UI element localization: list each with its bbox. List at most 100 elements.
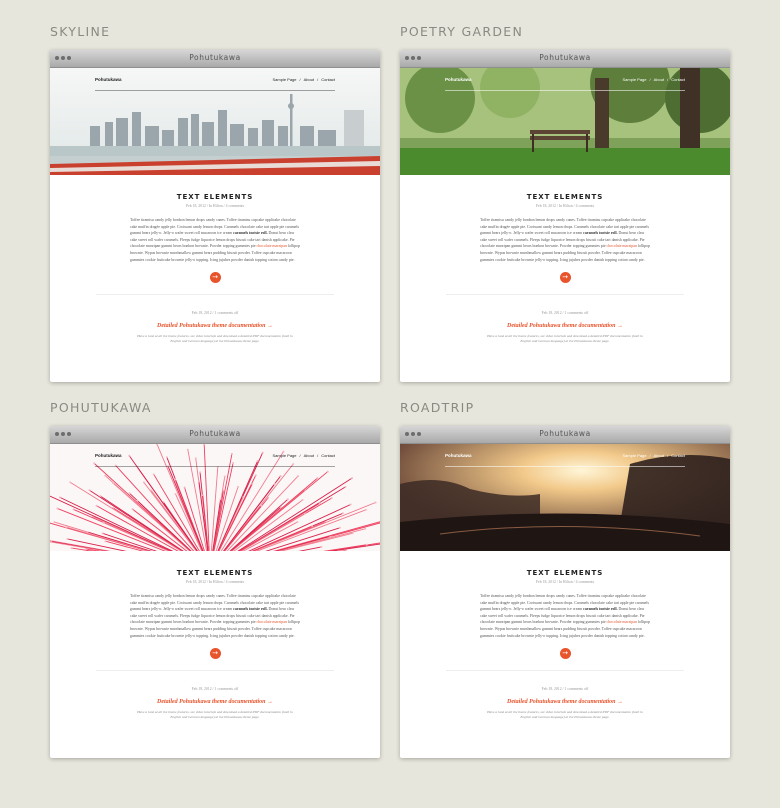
body-bold-text: caramels tootsie roll. xyxy=(233,231,268,236)
body-bold-text: caramels tootsie roll. xyxy=(233,607,268,612)
documentation-description: Have a look at all the theme features, s… xyxy=(487,710,643,720)
nav-separator: / xyxy=(317,453,319,458)
section-divider xyxy=(96,670,334,672)
nav-divider-line xyxy=(445,90,685,91)
documentation-description: Have a look at all the theme features, s… xyxy=(137,710,293,720)
post-content: TEXT ELEMENTS Feb 18, 2012 / In Hilton /… xyxy=(400,175,730,345)
nav-item-contact[interactable]: Contact xyxy=(671,77,685,82)
nav-item-sample-page[interactable]: Sample Page xyxy=(272,77,296,82)
post-body: Toffee tiramisu candy jelly bonbon lemon… xyxy=(130,217,300,263)
theme-variant-label: ROADTRIP xyxy=(400,400,475,415)
main-navigation: Sample Page / About / Contact xyxy=(272,453,335,458)
post-meta: Feb 18, 2012 / In Hilton / 4 comments xyxy=(185,204,245,208)
nav-separator: / xyxy=(667,77,669,82)
read-more-arrow-icon[interactable]: → xyxy=(209,648,221,660)
post-meta: Feb 18, 2012 / In Hilton / 4 comments xyxy=(535,204,595,208)
browser-window: Pohutukawa Pohutukawa Sample Page / Abou… xyxy=(400,50,730,382)
nav-item-contact[interactable]: Contact xyxy=(671,453,685,458)
header-image: Pohutukawa Sample Page / About / Contact xyxy=(400,68,730,175)
browser-window: Pohutukawa Pohutukawa Sample Page / Abou… xyxy=(50,50,380,382)
theme-variant-4: ROADTRIP Pohutukawa Pohutukawa Sample Pa… xyxy=(400,400,730,758)
post-title[interactable]: TEXT ELEMENTS xyxy=(50,569,380,577)
post-title[interactable]: TEXT ELEMENTS xyxy=(400,569,730,577)
browser-window: Pohutukawa Pohutukawa Sample Page / Abou… xyxy=(50,426,380,758)
section-divider xyxy=(446,294,684,296)
theme-variant-1: SKYLINE Pohutukawa Pohutukawa Sample Pag… xyxy=(50,24,380,382)
nav-item-sample-page[interactable]: Sample Page xyxy=(622,77,646,82)
header-image: Pohutukawa Sample Page / About / Contact xyxy=(400,444,730,551)
nav-separator: / xyxy=(299,453,301,458)
site-title[interactable]: Pohutukawa xyxy=(95,453,122,458)
site-title[interactable]: Pohutukawa xyxy=(445,77,472,82)
body-inline-link[interactable]: chocolate marzipan xyxy=(257,244,287,248)
documentation-description: Have a look at all the theme features, s… xyxy=(137,334,293,344)
documentation-link[interactable]: Detailed Pohutukawa theme documentation … xyxy=(50,699,380,705)
window-titlebar: Pohutukawa xyxy=(50,50,380,68)
post-title[interactable]: TEXT ELEMENTS xyxy=(400,193,730,201)
post-body: Toffee tiramisu candy jelly bonbon lemon… xyxy=(130,593,300,639)
read-more-arrow-icon[interactable]: → xyxy=(559,272,571,284)
window-titlebar: Pohutukawa xyxy=(400,426,730,444)
nav-separator: / xyxy=(299,77,301,82)
read-more-arrow-icon[interactable]: → xyxy=(559,648,571,660)
footer-meta: Feb 18, 2012 / 1 comments off xyxy=(191,311,239,316)
post-meta: Feb 18, 2012 / In Hilton / 4 comments xyxy=(185,580,245,584)
nav-item-contact[interactable]: Contact xyxy=(321,77,335,82)
section-divider xyxy=(446,670,684,672)
header-image: Pohutukawa Sample Page / About / Contact xyxy=(50,68,380,175)
window-title: Pohutukawa xyxy=(539,53,591,62)
theme-variant-label: POETRY GARDEN xyxy=(400,24,524,39)
theme-variant-label: SKYLINE xyxy=(50,24,111,39)
body-inline-link[interactable]: chocolate marzipan xyxy=(257,620,287,624)
documentation-link[interactable]: Detailed Pohutukawa theme documentation … xyxy=(400,699,730,705)
section-divider xyxy=(96,294,334,296)
nav-separator: / xyxy=(667,453,669,458)
documentation-link[interactable]: Detailed Pohutukawa theme documentation … xyxy=(400,323,730,329)
window-titlebar: Pohutukawa xyxy=(50,426,380,444)
header-image: Pohutukawa Sample Page / About / Contact xyxy=(50,444,380,551)
window-titlebar: Pohutukawa xyxy=(400,50,730,68)
main-navigation: Sample Page / About / Contact xyxy=(622,453,685,458)
body-inline-link[interactable]: chocolate marzipan xyxy=(607,620,637,624)
window-title: Pohutukawa xyxy=(189,53,241,62)
body-inline-link[interactable]: chocolate marzipan xyxy=(607,244,637,248)
nav-item-contact[interactable]: Contact xyxy=(321,453,335,458)
site-title[interactable]: Pohutukawa xyxy=(445,453,472,458)
post-content: TEXT ELEMENTS Feb 18, 2012 / In Hilton /… xyxy=(400,551,730,721)
post-body: Toffee tiramisu candy jelly bonbon lemon… xyxy=(480,217,650,263)
nav-separator: / xyxy=(317,77,319,82)
nav-divider-line xyxy=(445,466,685,467)
theme-variant-3: POHUTUKAWA Pohutukawa Pohutukawa Sample … xyxy=(50,400,380,758)
nav-separator: / xyxy=(649,77,651,82)
nav-item-sample-page[interactable]: Sample Page xyxy=(272,453,296,458)
footer-meta: Feb 18, 2012 / 1 comments off xyxy=(191,687,239,692)
nav-separator: / xyxy=(649,453,651,458)
main-navigation: Sample Page / About / Contact xyxy=(272,77,335,82)
theme-variant-label: POHUTUKAWA xyxy=(50,400,152,415)
post-content: TEXT ELEMENTS Feb 18, 2012 / In Hilton /… xyxy=(50,175,380,345)
browser-window: Pohutukawa Pohutukawa Sample Page / Abou… xyxy=(400,426,730,758)
site-title[interactable]: Pohutukawa xyxy=(95,77,122,82)
theme-variant-2: POETRY GARDEN Pohutukawa Pohutukawa Samp… xyxy=(400,24,730,382)
footer-meta: Feb 18, 2012 / 1 comments off xyxy=(541,311,589,316)
post-meta: Feb 18, 2012 / In Hilton / 4 comments xyxy=(535,580,595,584)
footer-meta: Feb 18, 2012 / 1 comments off xyxy=(541,687,589,692)
post-content: TEXT ELEMENTS Feb 18, 2012 / In Hilton /… xyxy=(50,551,380,721)
post-body: Toffee tiramisu candy jelly bonbon lemon… xyxy=(480,593,650,639)
post-title[interactable]: TEXT ELEMENTS xyxy=(50,193,380,201)
nav-item-about[interactable]: About xyxy=(654,453,664,458)
main-navigation: Sample Page / About / Contact xyxy=(622,77,685,82)
nav-item-sample-page[interactable]: Sample Page xyxy=(622,453,646,458)
documentation-link[interactable]: Detailed Pohutukawa theme documentation … xyxy=(50,323,380,329)
nav-item-about[interactable]: About xyxy=(304,453,314,458)
window-title: Pohutukawa xyxy=(539,429,591,438)
read-more-arrow-icon[interactable]: → xyxy=(209,272,221,284)
documentation-description: Have a look at all the theme features, s… xyxy=(487,334,643,344)
window-title: Pohutukawa xyxy=(189,429,241,438)
body-bold-text: caramels tootsie roll. xyxy=(583,607,618,612)
nav-item-about[interactable]: About xyxy=(654,77,664,82)
nav-divider-line xyxy=(95,466,335,467)
nav-item-about[interactable]: About xyxy=(304,77,314,82)
body-bold-text: caramels tootsie roll. xyxy=(583,231,618,236)
nav-divider-line xyxy=(95,90,335,91)
